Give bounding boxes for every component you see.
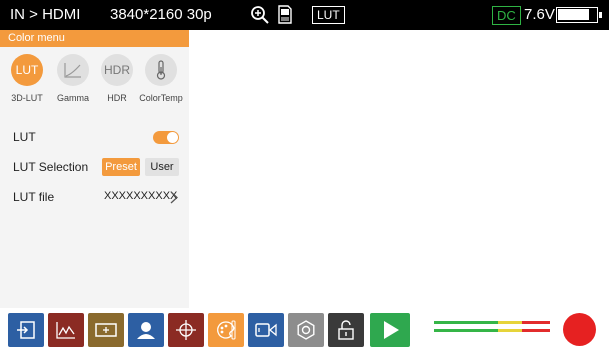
power-source-badge: DC <box>492 6 521 25</box>
mode-label: 3D-LUT <box>11 93 43 103</box>
settings-button[interactable] <box>288 313 324 347</box>
mode-colortemp[interactable]: ColorTemp <box>139 54 183 103</box>
play-button[interactable] <box>370 313 410 347</box>
color-menu-title: Color menu <box>0 30 189 47</box>
sd-card-icon <box>278 5 292 24</box>
record-button[interactable] <box>563 313 596 346</box>
user-button[interactable] <box>128 313 164 347</box>
color-palette-icon <box>217 320 236 340</box>
audio-meter-ch2 <box>434 329 550 332</box>
mode-3d-lut[interactable]: LUT 3D-LUT <box>5 54 49 103</box>
user-option[interactable]: User <box>145 158 179 176</box>
lut-selection-label: LUT Selection <box>13 160 89 174</box>
crosshair-icon <box>176 320 196 340</box>
bottom-toolbar <box>0 308 609 350</box>
color-menu-panel: Color menu LUT 3D-LUT Gamma HDR HDR Colo… <box>0 30 189 308</box>
waveform-button[interactable] <box>48 313 84 347</box>
crosshair-button[interactable] <box>168 313 204 347</box>
waveform-icon <box>56 322 75 339</box>
color-menu-button[interactable] <box>208 313 244 347</box>
thermometer-icon <box>145 54 177 86</box>
video-camera-icon <box>255 323 277 337</box>
settings-icon <box>297 320 315 340</box>
input-icon <box>17 321 35 339</box>
lut-toggle[interactable] <box>153 131 179 144</box>
user-icon <box>137 322 155 339</box>
lut-file-row[interactable]: LUT file XXXXXXXXXX <box>13 188 183 206</box>
status-bar: IN > HDMI 3840*2160 30p LUT DC 7.6V <box>0 0 609 30</box>
focus-frame-button[interactable] <box>88 313 124 347</box>
audio-meter-ch1 <box>434 321 550 324</box>
battery-fill <box>558 9 589 20</box>
lock-button[interactable] <box>328 313 364 347</box>
resolution-label: 3840*2160 30p <box>110 6 212 23</box>
input-button[interactable] <box>8 313 44 347</box>
mode-label: HDR <box>107 93 127 103</box>
color-mode-selector: LUT 3D-LUT Gamma HDR HDR ColorTemp <box>0 54 189 104</box>
lut-row: LUT <box>13 128 183 146</box>
chevron-right-icon[interactable] <box>170 191 179 204</box>
zoom-in-icon[interactable] <box>250 5 270 25</box>
lut-file-label: LUT file <box>13 190 55 204</box>
play-icon <box>384 321 399 339</box>
voltage-label: 7.6V <box>524 6 555 23</box>
mode-gamma[interactable]: Gamma <box>51 54 95 103</box>
lut-indicator-badge: LUT <box>312 6 345 24</box>
unlock-icon <box>338 320 354 340</box>
preset-option[interactable]: Preset <box>102 158 140 176</box>
mode-label: Gamma <box>56 93 89 103</box>
mode-hdr[interactable]: HDR HDR <box>95 54 139 103</box>
hdr-mode-icon: HDR <box>101 54 133 86</box>
mode-label: ColorTemp <box>139 93 183 103</box>
lut-label: LUT <box>13 130 36 144</box>
input-source-label[interactable]: IN > HDMI <box>10 6 80 24</box>
lut-selection-row: LUT Selection Preset User <box>13 158 183 176</box>
focus-frame-icon <box>95 323 117 337</box>
lut-mode-icon: LUT <box>11 54 43 86</box>
video-camera-button[interactable] <box>248 313 284 347</box>
gamma-curve-icon <box>57 54 89 86</box>
toggle-knob <box>167 132 178 143</box>
battery-icon <box>556 7 602 23</box>
lut-file-value: XXXXXXXXXX <box>104 190 178 202</box>
